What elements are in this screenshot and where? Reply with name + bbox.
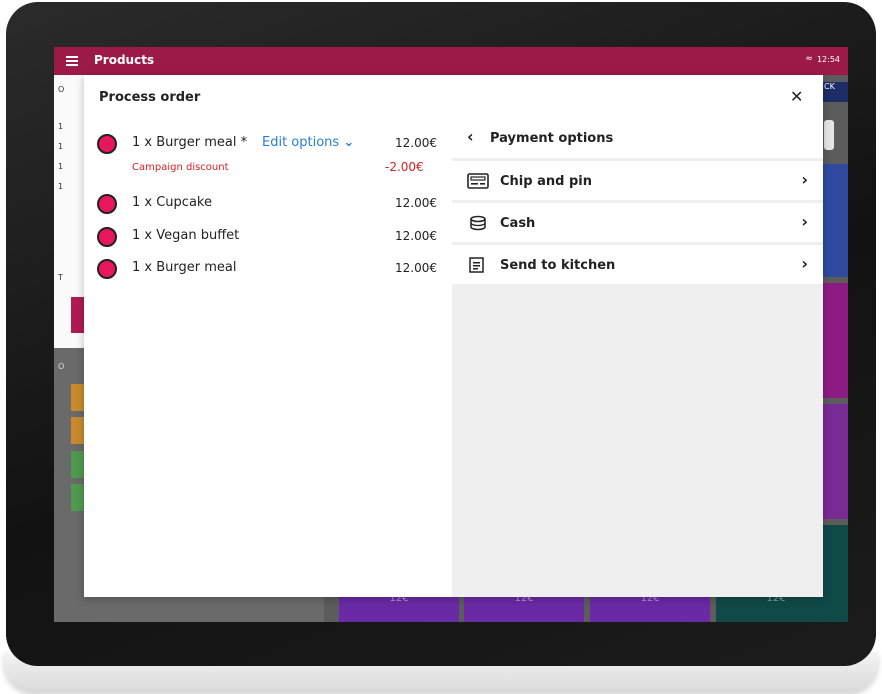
- app-title: Products: [94, 53, 155, 67]
- remove-item-button[interactable]: [97, 134, 117, 154]
- background-top-button: CK: [822, 82, 848, 102]
- product-tile: [823, 283, 848, 398]
- item-price: 12.00€: [395, 261, 437, 275]
- background-label: O: [58, 362, 65, 371]
- payment-panel: ‹ Payment options Chip and pin › Cash › …: [452, 119, 823, 597]
- order-list: 1 x Burger meal * Edit options ⌄ 12.00€ …: [84, 119, 452, 597]
- item-label: 1 x Burger meal *: [132, 135, 248, 150]
- edit-options-link[interactable]: Edit options ⌄: [262, 135, 354, 150]
- discount-label: Campaign discount: [132, 162, 229, 173]
- background-label: 1: [58, 162, 64, 171]
- order-item: 1 x Cupcake 12.00€: [97, 193, 437, 217]
- wifi-icon: ≈: [805, 54, 813, 64]
- product-tile: [823, 404, 848, 519]
- product-tile: [823, 164, 848, 277]
- order-item: 1 x Burger meal 12.00€: [97, 258, 437, 282]
- remove-item-button[interactable]: [97, 259, 117, 279]
- order-item: 1 x Vegan buffet 12.00€: [97, 226, 437, 250]
- screen: Products ≈ 12:54 O 1 1 1 1 T O CK 12€ 12…: [54, 47, 848, 622]
- chevron-right-icon: ›: [801, 170, 808, 189]
- receipt-icon: [469, 257, 484, 273]
- background-label: 1: [58, 142, 64, 151]
- chevron-right-icon: ›: [801, 212, 808, 231]
- background-block: [71, 384, 85, 411]
- option-label: Chip and pin: [500, 174, 592, 189]
- item-label: 1 x Vegan buffet: [132, 228, 240, 243]
- discount-price: -2.00€: [385, 160, 424, 174]
- modal-title: Process order: [99, 90, 201, 105]
- chevron-down-icon: ⌄: [343, 135, 355, 150]
- background-label: O: [58, 85, 65, 94]
- item-price: 12.00€: [395, 229, 437, 243]
- payment-option-cash[interactable]: Cash ›: [452, 203, 823, 242]
- background-block: [71, 484, 85, 511]
- option-label: Cash: [500, 216, 536, 231]
- payment-title: Payment options: [490, 131, 614, 146]
- option-label: Send to kitchen: [500, 258, 616, 273]
- payment-option-send-to-kitchen[interactable]: Send to kitchen ›: [452, 245, 823, 284]
- modal-header: Process order ✕: [84, 75, 823, 119]
- edit-options-label: Edit options: [262, 135, 340, 150]
- card-reader-icon: [467, 173, 489, 189]
- background-grey-button: [824, 120, 834, 150]
- item-label: 1 x Burger meal: [132, 260, 237, 275]
- background-button: [71, 297, 85, 333]
- menu-icon[interactable]: [66, 56, 78, 66]
- item-label: 1 x Cupcake: [132, 195, 212, 210]
- item-price: 12.00€: [395, 136, 437, 150]
- background-label: 1: [58, 182, 64, 191]
- chevron-right-icon: ›: [801, 254, 808, 273]
- clock: 12:54: [816, 55, 840, 64]
- back-chevron-icon[interactable]: ‹: [467, 127, 474, 146]
- background-label: T: [58, 273, 63, 282]
- coins-icon: [470, 215, 486, 231]
- payment-header: ‹ Payment options: [452, 119, 823, 158]
- app-bar: Products ≈ 12:54: [54, 47, 848, 75]
- status-bar: ≈ 12:54: [805, 54, 840, 65]
- background-block: [71, 417, 85, 444]
- order-item: 1 x Burger meal * Edit options ⌄ 12.00€: [97, 133, 437, 157]
- background-block: [71, 451, 85, 478]
- process-order-modal: Process order ✕ 1 x Burger meal * Edit o…: [84, 75, 823, 597]
- payment-option-chip-and-pin[interactable]: Chip and pin ›: [452, 161, 823, 200]
- background-label: 1: [58, 122, 64, 131]
- remove-item-button[interactable]: [97, 194, 117, 214]
- remove-item-button[interactable]: [97, 227, 117, 247]
- close-icon[interactable]: ✕: [790, 87, 803, 106]
- tablet-frame: Products ≈ 12:54 O 1 1 1 1 T O CK 12€ 12…: [6, 2, 876, 666]
- item-price: 12.00€: [395, 196, 437, 210]
